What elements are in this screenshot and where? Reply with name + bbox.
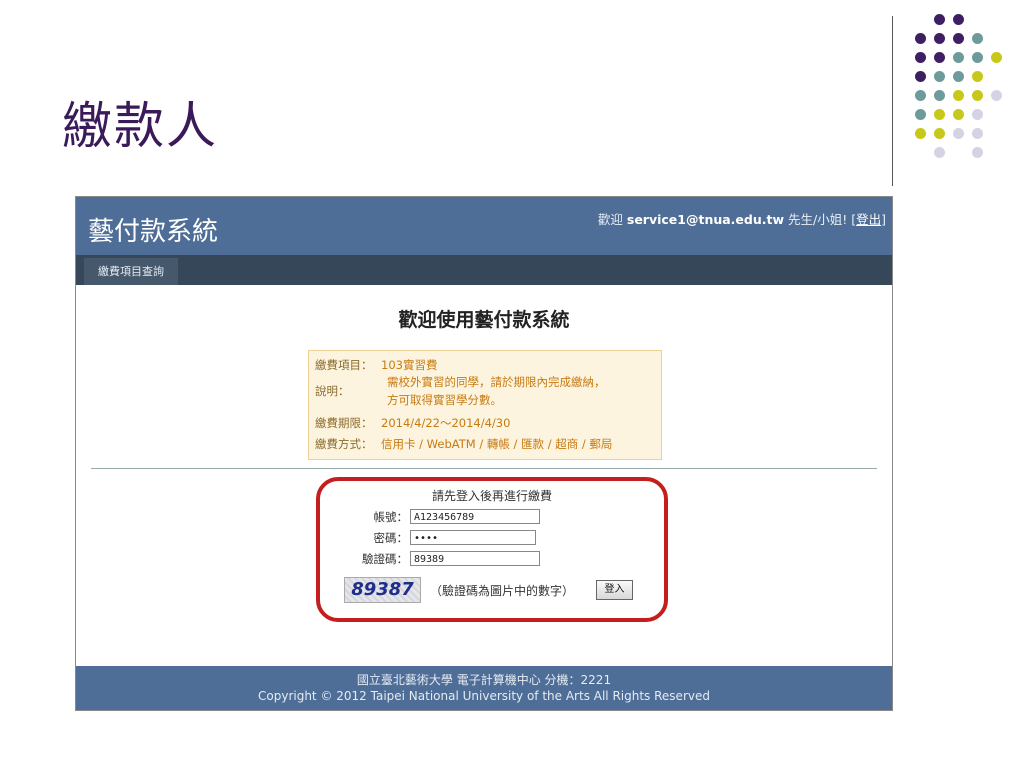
desc-line-2: 方可取得實習學分數。 xyxy=(387,393,502,407)
captcha-input[interactable]: 89389 xyxy=(410,551,540,566)
welcome-end: ] xyxy=(881,212,886,227)
login-form-highlight: 請先登入後再進行繳費 帳號： A123456789 密碼： •••• 驗證碼： … xyxy=(316,477,668,622)
welcome-suffix: 先生/小姐! [ xyxy=(788,212,857,227)
slide-title: 繳款人 xyxy=(62,97,218,155)
password-input[interactable]: •••• xyxy=(410,530,536,545)
footer-copyright: Copyright © 2012 Taipei National Univers… xyxy=(258,689,710,703)
decorative-dot xyxy=(953,33,964,44)
decorative-dot xyxy=(934,33,945,44)
decorative-dot xyxy=(991,90,1002,101)
tab-payment-items[interactable]: 繳費項目查詢 xyxy=(84,258,178,285)
decorative-dot xyxy=(972,33,983,44)
decorative-dot xyxy=(934,109,945,120)
account-input[interactable]: A123456789 xyxy=(410,509,540,524)
period-value: 2014/4/22～2014/4/30 xyxy=(381,416,511,430)
decorative-dot xyxy=(953,14,964,25)
desc-line-1: 需校外實習的同學，請於期限內完成繳納， xyxy=(387,375,606,389)
captcha-image: 89387 xyxy=(344,577,421,603)
decorative-dot xyxy=(934,52,945,63)
logout-link[interactable]: 登出 xyxy=(856,212,881,227)
decorative-dot xyxy=(934,90,945,101)
login-button[interactable]: 登入 xyxy=(596,580,633,600)
decorative-dot xyxy=(972,147,983,158)
decorative-dot xyxy=(972,52,983,63)
decorative-dot-grid xyxy=(900,14,1020,174)
footer-contact: 國立臺北藝術大學 電子計算機中心 分機：2221 xyxy=(356,673,612,687)
decorative-dot xyxy=(915,33,926,44)
decorative-dot xyxy=(991,52,1002,63)
decorative-dot xyxy=(953,128,964,139)
decorative-dot xyxy=(915,52,926,63)
period-label: 繳費期限： xyxy=(315,416,373,430)
decorative-dot xyxy=(915,128,926,139)
app-header: 藝付款系統 歡迎 service1@tnua.edu.tw 先生/小姐! [登出… xyxy=(76,197,892,255)
decorative-dot xyxy=(953,90,964,101)
decorative-dot xyxy=(934,14,945,25)
decorative-dot xyxy=(972,90,983,101)
welcome-message: 歡迎 service1@tnua.edu.tw 先生/小姐! [登出] xyxy=(598,209,886,228)
decorative-dot xyxy=(915,71,926,82)
item-value: 103實習費 xyxy=(381,358,438,372)
desc-label: 說明： xyxy=(315,384,350,398)
payment-info-box: 繳費項目： 103實習費 說明： 需校外實習的同學，請於期限內完成繳納， 方可取得… xyxy=(308,350,662,460)
account-label: 帳號： xyxy=(373,510,409,524)
welcome-prefix: 歡迎 xyxy=(597,212,623,227)
captcha-label: 驗證碼： xyxy=(362,552,408,566)
decorative-dot xyxy=(915,90,926,101)
decorative-dot xyxy=(972,71,983,82)
slide-divider-line xyxy=(892,16,893,186)
app-title: 藝付款系統 xyxy=(88,217,219,247)
app-screenshot-frame: 藝付款系統 歡迎 service1@tnua.edu.tw 先生/小姐! [登出… xyxy=(75,196,893,711)
decorative-dot xyxy=(972,109,983,120)
decorative-dot xyxy=(915,109,926,120)
nav-bar: 繳費項目查詢 xyxy=(76,255,892,285)
decorative-dot xyxy=(934,71,945,82)
item-label: 繳費項目： xyxy=(315,358,373,372)
method-label: 繳費方式： xyxy=(315,437,373,451)
page-heading: 歡迎使用藝付款系統 xyxy=(398,309,570,331)
decorative-dot xyxy=(972,128,983,139)
decorative-dot xyxy=(953,52,964,63)
method-value: 信用卡 / WebATM / 轉帳 / 匯款 / 超商 / 郵局 xyxy=(381,437,613,451)
section-divider xyxy=(91,468,877,469)
decorative-dot xyxy=(953,109,964,120)
captcha-hint: （驗證碼為圖片中的數字） xyxy=(430,584,575,598)
user-email: service1@tnua.edu.tw xyxy=(626,212,785,227)
decorative-dot xyxy=(934,128,945,139)
decorative-dot xyxy=(934,147,945,158)
login-prompt: 請先登入後再進行繳費 xyxy=(431,489,552,503)
decorative-dot xyxy=(953,71,964,82)
password-label: 密碼： xyxy=(373,531,409,545)
footer: 國立臺北藝術大學 電子計算機中心 分機：2221 Copyright © 201… xyxy=(76,666,892,710)
